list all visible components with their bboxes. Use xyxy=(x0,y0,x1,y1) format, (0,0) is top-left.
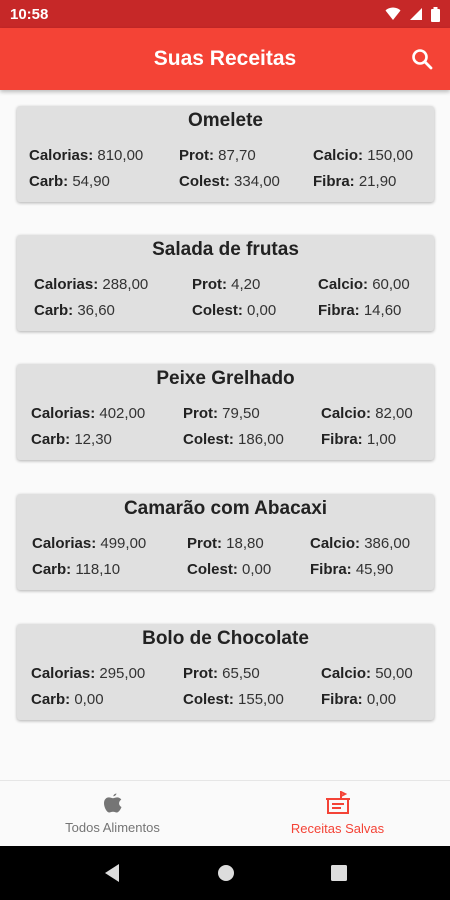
prot-value: Prot: 79,50 xyxy=(183,405,260,422)
colest-value: Colest: 0,00 xyxy=(187,561,272,578)
fibra-value: Fibra: 0,00 xyxy=(321,691,397,708)
search-button[interactable] xyxy=(408,45,436,73)
calcio-value: Calcio: 60,00 xyxy=(318,276,410,293)
recipe-name: Salada de frutas xyxy=(152,239,299,260)
recents-icon[interactable] xyxy=(331,865,347,881)
colest-value: Colest: 155,00 xyxy=(183,691,284,708)
apple-icon xyxy=(103,793,121,813)
page-title: Suas Receitas xyxy=(153,47,297,70)
prot-value: Prot: 65,50 xyxy=(183,665,260,682)
app-bar: Suas Receitas xyxy=(0,28,450,90)
nav-label: Todos Alimentos xyxy=(65,820,160,835)
colest-value: Colest: 0,00 xyxy=(192,302,277,319)
status-bar: 10:58 xyxy=(0,0,450,28)
recipe-name: Peixe Grelhado xyxy=(156,368,295,389)
carb-value: Carb: 54,90 xyxy=(29,173,110,190)
nav-label: Receitas Salvas xyxy=(290,821,385,836)
calcio-value: Calcio: 50,00 xyxy=(321,665,413,682)
recipe-name: Bolo de Chocolate xyxy=(142,628,309,649)
nav-item-todos-alimentos[interactable]: Todos Alimentos xyxy=(0,781,225,846)
carb-value: Carb: 118,10 xyxy=(32,561,121,578)
calcio-value: Calcio: 150,00 xyxy=(313,147,414,164)
battery-icon xyxy=(431,6,440,22)
calorias-value: Calorias: 295,00 xyxy=(31,665,146,682)
nav-item-receitas-salvas[interactable]: Receitas Salvas xyxy=(225,781,450,846)
recipe-card[interactable]: Bolo de Chocolate Calorias: 295,00 Prot:… xyxy=(17,624,434,720)
recipe-card[interactable]: Omelete Calorias: 810,00 Prot: 87,70 Cal… xyxy=(17,106,434,202)
recipe-card[interactable]: Peixe Grelhado Calorias: 402,00 Prot: 79… xyxy=(17,364,434,460)
calcio-value: Calcio: 82,00 xyxy=(321,405,413,422)
prot-value: Prot: 4,20 xyxy=(192,276,261,293)
colest-value: Colest: 186,00 xyxy=(183,431,284,448)
home-icon[interactable] xyxy=(217,864,235,882)
fibra-value: Fibra: 14,60 xyxy=(318,302,402,319)
recipe-name: Camarão com Abacaxi xyxy=(123,498,328,519)
carb-value: Carb: 0,00 xyxy=(31,691,104,708)
prot-value: Prot: 87,70 xyxy=(179,147,256,164)
search-icon xyxy=(412,49,433,70)
carb-value: Carb: 36,60 xyxy=(34,302,115,319)
calorias-value: Calorias: 499,00 xyxy=(32,535,147,552)
calorias-value: Calorias: 810,00 xyxy=(29,147,144,164)
calcio-value: Calcio: 386,00 xyxy=(310,535,411,552)
fibra-value: Fibra: 45,90 xyxy=(310,561,394,578)
carb-value: Carb: 12,30 xyxy=(31,431,112,448)
recipe-book-icon xyxy=(325,791,350,814)
fibra-value: Fibra: 21,90 xyxy=(313,173,397,190)
recipe-card[interactable]: Salada de frutas Calorias: 288,00 Prot: … xyxy=(17,235,434,331)
status-icons xyxy=(385,6,440,22)
calorias-value: Calorias: 288,00 xyxy=(34,276,149,293)
signal-icon xyxy=(410,8,422,20)
recipe-card[interactable]: Camarão com Abacaxi Calorias: 499,00 Pro… xyxy=(17,494,434,590)
back-icon[interactable] xyxy=(103,863,121,883)
fibra-value: Fibra: 1,00 xyxy=(321,431,397,448)
recipe-name: Omelete xyxy=(188,110,263,131)
prot-value: Prot: 18,80 xyxy=(187,535,264,552)
wifi-icon xyxy=(385,7,401,20)
status-time: 10:58 xyxy=(10,5,49,23)
bottom-navigation: Todos Alimentos Receitas Salvas xyxy=(0,780,450,846)
system-navigation-bar xyxy=(0,846,450,900)
recipe-list[interactable]: Omelete Calorias: 810,00 Prot: 87,70 Cal… xyxy=(0,90,450,780)
calorias-value: Calorias: 402,00 xyxy=(31,405,146,422)
colest-value: Colest: 334,00 xyxy=(179,173,280,190)
